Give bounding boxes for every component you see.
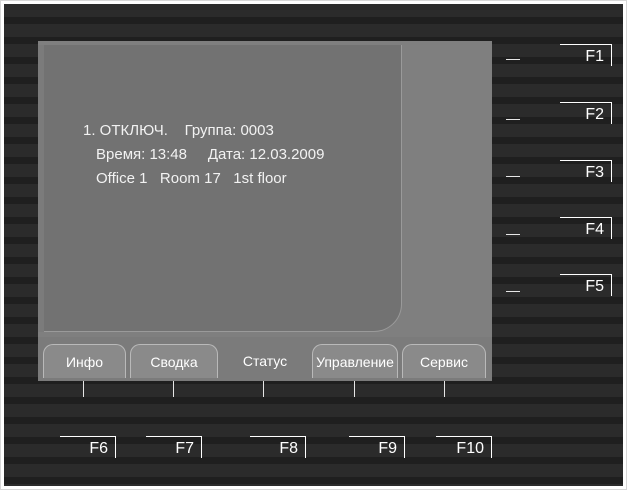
f2-key-top-edge xyxy=(560,102,612,103)
tab-summary-label: Сводка xyxy=(150,354,198,370)
f8-key-label: F8 xyxy=(279,440,298,457)
device-background: 1. ОТКЛЮЧ. Группа: 0003 Время: 13:48 Дат… xyxy=(4,4,623,486)
f5-key[interactable]: F5 xyxy=(560,274,612,296)
f10-key-top-edge xyxy=(436,436,492,437)
tab-service[interactable]: Сервис xyxy=(402,344,486,378)
tab-tick-f6 xyxy=(83,381,84,397)
tab-service-label: Сервис xyxy=(420,354,468,370)
tab-tick-f9 xyxy=(354,381,355,397)
tab-info-label: Инфо xyxy=(65,354,104,370)
tab-info[interactable]: Инфо xyxy=(43,344,126,378)
status-line-1: 1. ОТКЛЮЧ. Группа: 0003 xyxy=(83,122,274,139)
tab-control[interactable]: Управление xyxy=(312,344,398,378)
f3-key-top-edge xyxy=(560,160,612,161)
f5-key-right-edge xyxy=(611,274,612,296)
tab-tick-f8 xyxy=(263,381,264,397)
f6-key-top-edge xyxy=(60,436,116,437)
f4-key[interactable]: F4 xyxy=(560,217,612,239)
f5-key-top-edge xyxy=(560,274,612,275)
tab-status[interactable]: Статус xyxy=(222,344,308,378)
f9-key-label: F9 xyxy=(378,440,397,457)
tab-status-label: Статус xyxy=(242,353,288,369)
f1-key-top-edge xyxy=(560,44,612,45)
tab-summary[interactable]: Сводка xyxy=(130,344,218,378)
f4-key-top-edge xyxy=(560,217,612,218)
status-line-3: Office 1 Room 17 1st floor xyxy=(96,170,287,187)
f10-key-right-edge xyxy=(491,436,492,458)
status-info: 1. ОТКЛЮЧ. Группа: 0003 Время: 13:48 Дат… xyxy=(78,119,324,191)
f4-key-label: F4 xyxy=(585,221,604,238)
side-dash-3 xyxy=(506,176,520,177)
f6-key[interactable]: F6 xyxy=(60,436,116,458)
f6-key-label: F6 xyxy=(89,440,108,457)
f9-key-top-edge xyxy=(349,436,405,437)
f9-key[interactable]: F9 xyxy=(349,436,405,458)
f8-key[interactable]: F8 xyxy=(250,436,306,458)
f7-key-right-edge xyxy=(201,436,202,458)
f1-key[interactable]: F1 xyxy=(560,44,612,66)
f10-key[interactable]: F10 xyxy=(436,436,492,458)
status-line-2: Время: 13:48 Дата: 12.03.2009 xyxy=(96,146,325,163)
f2-key-right-edge xyxy=(611,102,612,124)
f8-key-top-edge xyxy=(250,436,306,437)
f6-key-right-edge xyxy=(115,436,116,458)
f1-key-label: F1 xyxy=(585,48,604,65)
f3-key[interactable]: F3 xyxy=(560,160,612,182)
f2-key[interactable]: F2 xyxy=(560,102,612,124)
f10-key-label: F10 xyxy=(456,440,484,457)
f7-key-top-edge xyxy=(146,436,202,437)
f1-key-right-edge xyxy=(611,44,612,66)
f7-key[interactable]: F7 xyxy=(146,436,202,458)
f2-key-label: F2 xyxy=(585,106,604,123)
f8-key-right-edge xyxy=(305,436,306,458)
side-dash-4 xyxy=(506,234,520,235)
f3-key-right-edge xyxy=(611,160,612,182)
tab-tick-f7 xyxy=(173,381,174,397)
f4-key-right-edge xyxy=(611,217,612,239)
display-screen: 1. ОТКЛЮЧ. Группа: 0003 Время: 13:48 Дат… xyxy=(38,41,492,381)
tab-control-label: Управление xyxy=(316,354,394,370)
tab-tick-f10 xyxy=(444,381,445,397)
side-dash-1 xyxy=(506,59,520,60)
f9-key-right-edge xyxy=(404,436,405,458)
f5-key-label: F5 xyxy=(585,278,604,295)
f3-key-label: F3 xyxy=(585,164,604,181)
side-dash-2 xyxy=(506,119,520,120)
side-dash-5 xyxy=(506,291,520,292)
f7-key-label: F7 xyxy=(175,440,194,457)
